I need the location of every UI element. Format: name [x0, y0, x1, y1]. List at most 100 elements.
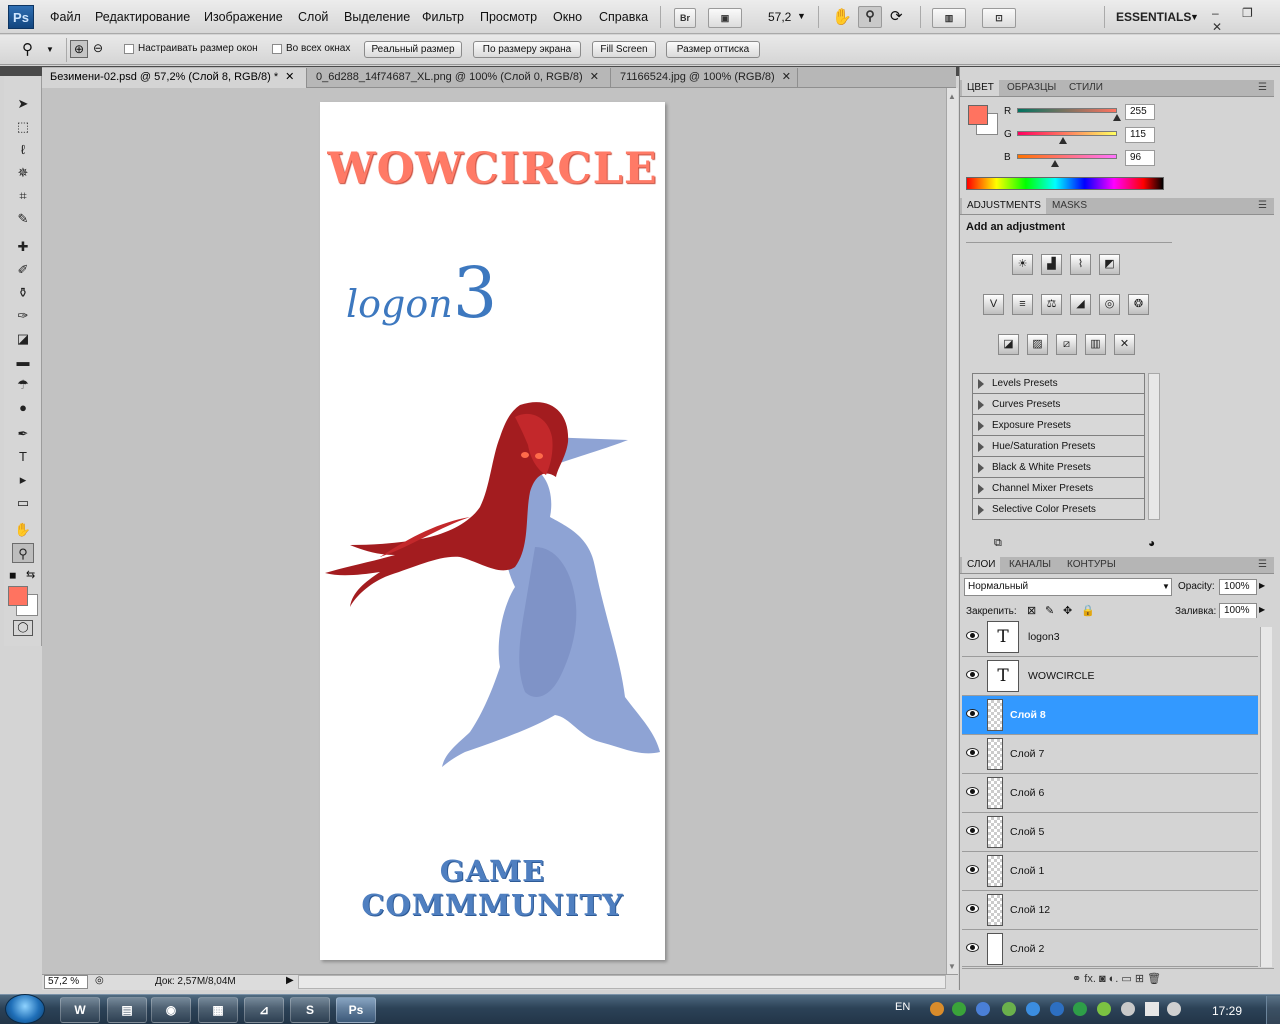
red-channel-value[interactable]: 255	[1125, 104, 1155, 120]
brush-tool-icon[interactable]: ✐	[12, 260, 34, 280]
blue-slider-thumb[interactable]	[1051, 160, 1059, 167]
language-indicator[interactable]: EN	[895, 1001, 910, 1013]
status-info-icon[interactable]: ◎	[95, 975, 104, 986]
tray-torrent-icon[interactable]	[952, 1002, 966, 1016]
fill-screen-button[interactable]: Fill Screen	[592, 41, 656, 58]
menu-layer[interactable]: Слой	[298, 10, 328, 24]
close-icon[interactable]: ✕	[590, 71, 599, 83]
menu-view[interactable]: Просмотр	[480, 10, 537, 24]
resize-windows-checkbox[interactable]	[124, 44, 134, 54]
swap-colors-icon[interactable]: ⇆	[26, 568, 35, 581]
selective-color-icon[interactable]: ✕	[1114, 334, 1135, 355]
chevron-down-icon[interactable]: ▼	[797, 11, 806, 21]
chevron-down-icon[interactable]: ▼	[1162, 582, 1170, 591]
red-channel-slider[interactable]	[1017, 108, 1117, 113]
zoom-level-select[interactable]: 57,2	[768, 10, 791, 24]
taskbar-media-icon[interactable]: ⊿	[244, 997, 284, 1023]
visibility-eye-icon[interactable]	[966, 709, 979, 718]
document-tab-active[interactable]: Безимени-02.psd @ 57,2% (Слой 8, RGB/8) …	[42, 68, 307, 88]
exposure-icon[interactable]: ◩	[1099, 254, 1120, 275]
photoshop-logo[interactable]: Ps	[8, 5, 34, 29]
show-desktop-button[interactable]	[1266, 996, 1280, 1024]
elf-artwork-image[interactable]	[320, 397, 665, 777]
tab-paths[interactable]: КОНТУРЫ	[1062, 557, 1121, 573]
chevron-down-icon[interactable]: ▼	[46, 45, 54, 54]
preset-item[interactable]: Selective Color Presets	[973, 500, 1144, 520]
wowcircle-text-layer[interactable]: WOWCIRCLE	[320, 144, 665, 194]
layer-row[interactable]: Слой 12	[962, 891, 1258, 930]
dodge-tool-icon[interactable]: ●	[12, 398, 34, 418]
healing-brush-tool-icon[interactable]: ✚	[12, 237, 34, 257]
color-spectrum-ramp[interactable]	[966, 177, 1164, 190]
preset-item[interactable]: Channel Mixer Presets	[973, 479, 1144, 499]
tray-network-icon[interactable]	[1026, 1002, 1040, 1016]
layer-row[interactable]: Слой 2	[962, 930, 1258, 967]
taskbar-explorer-icon[interactable]: ▤	[107, 997, 147, 1023]
tray-nvidia-icon[interactable]	[1002, 1002, 1016, 1016]
scroll-up-icon[interactable]: ▲	[948, 92, 956, 101]
visibility-eye-icon[interactable]	[966, 826, 979, 835]
zoom-in-icon[interactable]: ⊕	[70, 40, 88, 58]
all-windows-checkbox[interactable]	[272, 44, 282, 54]
green-channel-value[interactable]: 115	[1125, 127, 1155, 143]
start-button-icon[interactable]	[5, 994, 45, 1024]
document-tab[interactable]: 71166524.jpg @ 100% (RGB/8) ✕	[612, 68, 798, 88]
bridge-button[interactable]: Br	[674, 8, 696, 28]
layer-actions-icons[interactable]: ⚭ fx. ◙ ◐. ▭ ⊞ 🗑	[1072, 972, 1161, 985]
lock-all-icon[interactable]: 🔒	[1081, 604, 1095, 617]
photo-filter-icon[interactable]: ◎	[1099, 294, 1120, 315]
vibrance-icon[interactable]: V	[983, 294, 1004, 315]
rotate-view-icon[interactable]: ⟳	[890, 7, 903, 25]
document-canvas[interactable]: WOWCIRCLE logon3 GAME COMMMUNITY	[320, 102, 665, 960]
blue-channel-slider[interactable]	[1017, 154, 1117, 159]
taskbar-skype-icon[interactable]: S	[290, 997, 330, 1023]
lasso-tool-icon[interactable]: ℓ	[12, 140, 34, 160]
status-menu-arrow-icon[interactable]: ▶	[286, 975, 294, 986]
black-white-icon[interactable]: ◢	[1070, 294, 1091, 315]
taskbar-app-icon[interactable]: ▦	[198, 997, 238, 1023]
chevron-down-icon[interactable]: ▼	[1190, 12, 1199, 22]
visibility-eye-icon[interactable]	[966, 904, 979, 913]
channel-mixer-icon[interactable]: ❂	[1128, 294, 1149, 315]
visibility-eye-icon[interactable]	[966, 865, 979, 874]
lock-pixels-icon[interactable]: ✎	[1045, 604, 1054, 617]
tray-update-icon[interactable]	[976, 1002, 990, 1016]
visibility-eye-icon[interactable]	[966, 787, 979, 796]
clip-to-layer-icon[interactable]: ◕	[1148, 536, 1155, 550]
color-balance-icon[interactable]: ⚖	[1041, 294, 1062, 315]
workspace-switcher[interactable]: ESSENTIALS	[1116, 10, 1191, 24]
tab-layers[interactable]: СЛОИ	[962, 557, 1001, 573]
game-community-text[interactable]: GAME COMMMUNITY	[320, 854, 665, 922]
layer-row[interactable]: Слой 6	[962, 774, 1258, 813]
visibility-eye-icon[interactable]	[966, 748, 979, 757]
return-to-list-icon[interactable]: ⧉	[994, 537, 1002, 550]
close-icon[interactable]: ✕	[782, 71, 791, 83]
opacity-slider-arrow-icon[interactable]: ▶	[1259, 581, 1265, 590]
preset-item[interactable]: Black & White Presets	[973, 458, 1144, 478]
brightness-contrast-icon[interactable]: ☀	[1012, 254, 1033, 275]
zoom-tool-preset-icon[interactable]: ⚲	[22, 40, 33, 58]
scroll-down-icon[interactable]: ▼	[948, 962, 956, 971]
actual-pixels-button[interactable]: Реальный размер	[364, 41, 462, 58]
menu-select[interactable]: Выделение	[344, 10, 410, 24]
print-size-button[interactable]: Размер оттиска	[666, 41, 760, 58]
logon3-text-layer[interactable]: logon3	[346, 252, 497, 334]
type-tool-icon[interactable]: T	[12, 447, 34, 467]
taskbar-wow-icon[interactable]: W	[60, 997, 100, 1023]
taskbar-firefox-icon[interactable]: ◉	[151, 997, 191, 1023]
menu-file[interactable]: Файл	[50, 10, 81, 24]
document-tab[interactable]: 0_6d288_14f74687_XL.png @ 100% (Слой 0, …	[308, 68, 611, 88]
levels-icon[interactable]: ▟	[1041, 254, 1062, 275]
menu-edit[interactable]: Редактирование	[95, 10, 190, 24]
gradient-map-icon[interactable]: ▥	[1085, 334, 1106, 355]
panel-menu-icon[interactable]: ☰	[1258, 200, 1267, 211]
eraser-tool-icon[interactable]: ◪	[12, 329, 34, 349]
preset-item[interactable]: Hue/Saturation Presets	[973, 437, 1144, 457]
close-icon[interactable]: ✕	[285, 71, 294, 83]
taskbar-clock[interactable]: 17:29	[1212, 1004, 1242, 1018]
tab-masks[interactable]: MASKS	[1047, 198, 1092, 214]
layer-row[interactable]: Слой 1	[962, 852, 1258, 891]
quick-mask-icon[interactable]: ◯	[13, 620, 33, 636]
layers-scrollbar[interactable]	[1260, 627, 1272, 967]
tray-skype-icon[interactable]	[1050, 1002, 1064, 1016]
